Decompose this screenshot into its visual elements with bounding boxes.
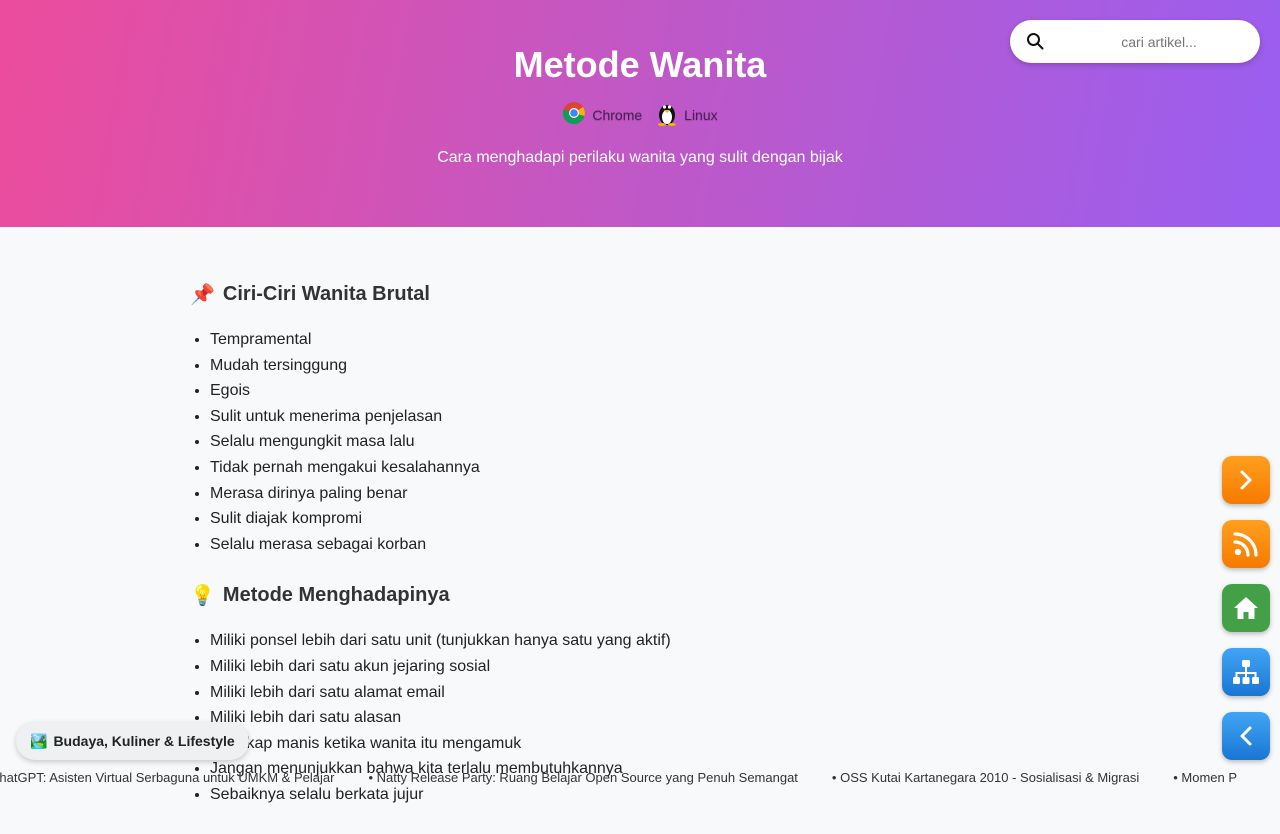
- badge-chrome-label: Chrome: [592, 106, 643, 123]
- rss-button[interactable]: [1222, 520, 1270, 568]
- sitemap-icon: [1233, 660, 1259, 684]
- chevron-left-icon: [1240, 726, 1252, 746]
- list-item: Bersikap manis ketika wanita itu mengamu…: [210, 731, 990, 757]
- page-subtitle: Cara menghadapi perilaku wanita yang sul…: [437, 149, 843, 166]
- home-button[interactable]: [1222, 584, 1270, 632]
- article-content: 📌 Ciri-Ciri Wanita Brutal Tempramental M…: [190, 270, 990, 834]
- list-item: Tempramental: [210, 327, 990, 353]
- pushpin-icon: 📌: [190, 284, 215, 306]
- category-badge[interactable]: 🏞️ Budaya, Kuliner & Lifestyle: [16, 722, 249, 760]
- landscape-icon: 🏞️: [30, 732, 48, 749]
- ticker-item[interactable]: • OSS Kutai Kartanegara 2010 - Sosialisa…: [832, 770, 1139, 785]
- section-title: Metode Menghadapinya: [222, 584, 450, 607]
- list-item: Selalu merasa sebagai korban: [210, 532, 990, 558]
- list-item: Sulit untuk menerima penjelasan: [210, 404, 990, 430]
- category-label: Budaya, Kuliner & Lifestyle: [53, 733, 235, 749]
- list-item: Merasa dirinya paling benar: [210, 481, 990, 507]
- list-item: Miliki ponsel lebih dari satu unit (tunj…: [210, 628, 990, 654]
- chrome-icon: [562, 101, 586, 128]
- list-item: Tidak pernah mengakui kesalahannya: [210, 455, 990, 481]
- tux-icon: [656, 100, 678, 129]
- badge-linux-label: Linux: [684, 106, 718, 123]
- list-item: Miliki lebih dari satu akun jejaring sos…: [210, 654, 990, 680]
- previous-button[interactable]: [1222, 712, 1270, 760]
- ticker-item[interactable]: ChatGPT: Asisten Virtual Serbaguna untuk…: [0, 770, 334, 785]
- sitemap-button[interactable]: [1222, 648, 1270, 696]
- search-input[interactable]: [1058, 32, 1260, 51]
- list-item: Selalu mengungkit masa lalu: [210, 429, 990, 455]
- platform-badges: Chrome Linux: [0, 100, 1280, 129]
- section-heading-metode: 💡 Metode Menghadapinya: [190, 583, 990, 608]
- badge-linux: Linux: [656, 100, 718, 129]
- chevron-right-icon: [1240, 470, 1252, 490]
- list-item: Mudah tersinggung: [210, 353, 990, 379]
- ticker-item[interactable]: • Momen P: [1173, 770, 1237, 785]
- badge-chrome: Chrome: [562, 100, 642, 129]
- home-icon: [1234, 597, 1258, 619]
- section-title: Ciri-Ciri Wanita Brutal: [222, 283, 430, 305]
- ciri-list: Tempramental Mudah tersinggung Egois Sul…: [190, 327, 990, 557]
- list-item: Egois: [210, 378, 990, 404]
- search-box[interactable]: [1010, 20, 1260, 63]
- rss-icon: [1233, 532, 1258, 557]
- list-item: Sulit diajak kompromi: [210, 506, 990, 532]
- lightbulb-icon: 💡: [190, 585, 215, 608]
- search-icon: [1027, 33, 1044, 50]
- news-ticker: ChatGPT: Asisten Virtual Serbaguna untuk…: [0, 770, 1280, 790]
- next-button[interactable]: [1222, 456, 1270, 504]
- list-item: Miliki lebih dari satu alamat email: [210, 680, 990, 706]
- section-heading-ciri: 📌 Ciri-Ciri Wanita Brutal: [190, 282, 990, 307]
- list-item: Miliki lebih dari satu alasan: [210, 705, 990, 731]
- ticker-item[interactable]: • Natty Release Party: Ruang Belajar Ope…: [368, 770, 797, 785]
